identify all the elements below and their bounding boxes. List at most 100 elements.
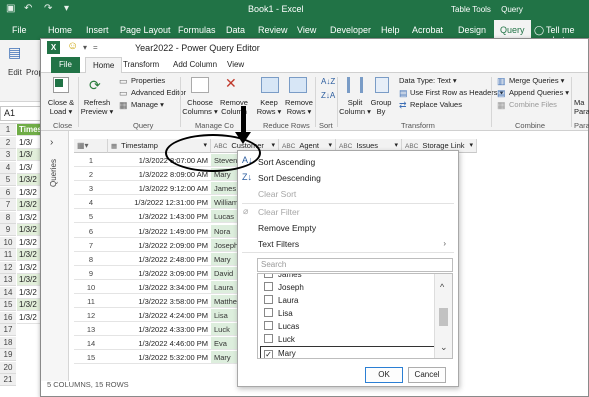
queries-pane[interactable]: › Queries	[41, 131, 69, 381]
cell-timestamp[interactable]: 1/3/2022 5:32:00 PM	[108, 351, 211, 365]
split-column-icon[interactable]	[347, 77, 363, 93]
row-header[interactable]: 1	[0, 124, 16, 136]
remove-rows-button[interactable]: Remove Rows ▾	[283, 98, 315, 116]
list-scrollbar[interactable]: ^ ⌄	[434, 274, 452, 358]
checkbox[interactable]	[264, 334, 273, 343]
manage-button[interactable]: Manage ▾	[131, 100, 164, 109]
row-number[interactable]: 11	[74, 295, 108, 308]
edit-query-icon[interactable]: ▤	[8, 44, 21, 61]
row-header[interactable]: 16	[0, 311, 16, 324]
tab-help[interactable]: Help	[381, 25, 400, 35]
tab-data[interactable]: Data	[226, 25, 245, 35]
checkbox-checked[interactable]: ✓	[264, 350, 273, 358]
filter-values-list[interactable]: James Joseph Laura Lisa Lucas Luck ✓ Mary	[257, 273, 453, 359]
append-queries-icon[interactable]: ▤	[497, 88, 506, 99]
redo-icon[interactable]: ↷	[44, 3, 52, 14]
row-number[interactable]: 9	[74, 267, 108, 280]
cell-timestamp[interactable]: 1/3/2022 9:12:00 AM	[108, 182, 211, 196]
tab-review[interactable]: Review	[258, 25, 288, 35]
row-number[interactable]: 1	[74, 154, 108, 167]
pq-tab-file[interactable]: File	[51, 57, 80, 73]
tab-formulas[interactable]: Formulas	[178, 25, 216, 35]
tab-file[interactable]: File	[12, 25, 27, 35]
tab-query[interactable]: Query	[494, 20, 531, 40]
row-number[interactable]: 13	[74, 323, 108, 337]
cell-timestamp[interactable]: 1/3/2022 3:34:00 PM	[108, 281, 211, 294]
row-number[interactable]: 3	[74, 182, 108, 196]
filter-search-input[interactable]: Search	[257, 258, 453, 272]
checkbox[interactable]	[264, 308, 273, 317]
manage-icon[interactable]: ▦	[119, 100, 128, 111]
customize-qat-icon-pq[interactable]: =	[93, 43, 98, 52]
checkbox[interactable]	[264, 295, 273, 304]
smiley-icon[interactable]: ☺	[67, 40, 78, 52]
menu-sort-ascending[interactable]: Sort Ascending	[258, 157, 315, 167]
scrollbar-thumb[interactable]	[439, 308, 448, 326]
filter-dropdown-icon[interactable]: ▾	[469, 139, 473, 152]
tab-acrobat[interactable]: Acrobat	[412, 25, 443, 35]
row-header[interactable]: 4	[0, 161, 16, 174]
advanced-editor-button[interactable]: Advanced Editor	[131, 88, 186, 97]
row-header[interactable]: 13	[0, 274, 16, 286]
row-number[interactable]: 5	[74, 210, 108, 224]
cell-timestamp[interactable]: 1/3/2022 4:46:00 PM	[108, 337, 211, 351]
keep-rows-button[interactable]: Keep Rows ▾	[253, 98, 285, 116]
append-queries-button[interactable]: Append Queries ▾	[509, 88, 569, 97]
tab-home[interactable]: Home	[48, 25, 72, 35]
row-header[interactable]: 21	[0, 374, 16, 386]
refresh-icon[interactable]: ⟳	[89, 77, 101, 94]
menu-text-filters[interactable]: Text Filters	[258, 239, 299, 249]
first-row-headers-button[interactable]: Use First Row as Headers ▾	[410, 88, 503, 97]
row-header[interactable]: 2	[0, 136, 16, 149]
expand-chevron-icon[interactable]: ›	[50, 137, 53, 148]
row-header[interactable]: 14	[0, 286, 16, 299]
row-number[interactable]: 6	[74, 225, 108, 238]
row-header[interactable]: 11	[0, 249, 16, 261]
row-number[interactable]: 15	[74, 351, 108, 365]
choose-columns-button[interactable]: Choose Columns ▾	[181, 98, 219, 116]
filter-value-item[interactable]: Luck	[264, 333, 295, 346]
customize-qat-icon[interactable]: ▾	[64, 3, 69, 14]
cell-timestamp[interactable]: 1/3/2022 1:49:00 PM	[108, 225, 211, 238]
cell-timestamp[interactable]: 1/3/2022 3:58:00 PM	[108, 295, 211, 308]
cancel-button[interactable]: Cancel	[408, 367, 446, 383]
save-icon[interactable]: ▣	[6, 3, 15, 14]
row-number[interactable]: 14	[74, 337, 108, 351]
properties-icon[interactable]: ▭	[119, 76, 128, 87]
group-by-button[interactable]: Group By	[369, 98, 393, 116]
row-number[interactable]: 10	[74, 281, 108, 294]
row-header[interactable]: 9	[0, 224, 16, 236]
filter-value-item[interactable]: ✓ Mary	[260, 346, 436, 358]
row-header[interactable]: 19	[0, 349, 16, 361]
scroll-down-icon[interactable]: ⌄	[440, 342, 448, 353]
tab-insert[interactable]: Insert	[86, 25, 109, 35]
cell-timestamp[interactable]: 1/3/2022 4:33:00 PM	[108, 323, 211, 337]
menu-sort-descending[interactable]: Sort Descending	[258, 173, 321, 183]
remove-rows-icon[interactable]	[289, 77, 307, 93]
pq-tab-transform[interactable]: Transform	[123, 60, 159, 69]
row-header[interactable]: 20	[0, 361, 16, 374]
pq-tab-home[interactable]: Home	[85, 57, 123, 74]
row-header[interactable]: 18	[0, 336, 16, 349]
close-load-button[interactable]: Close & Load ▾	[45, 98, 77, 116]
keep-rows-icon[interactable]	[261, 77, 279, 93]
ok-button[interactable]: OK	[365, 367, 403, 383]
split-column-button[interactable]: Split Column ▾	[339, 98, 371, 116]
pq-tab-view[interactable]: View	[227, 60, 244, 69]
checkbox[interactable]	[264, 274, 273, 278]
data-type-button[interactable]: Data Type: Text ▾	[399, 76, 457, 85]
filter-value-item[interactable]: Lisa	[264, 307, 293, 320]
menu-remove-empty[interactable]: Remove Empty	[258, 223, 316, 233]
pq-tab-add-column[interactable]: Add Column	[173, 60, 217, 69]
row-header[interactable]: 7	[0, 199, 16, 211]
row-number[interactable]: 12	[74, 309, 108, 323]
filter-value-item[interactable]: James	[264, 274, 302, 281]
row-number[interactable]: 2	[74, 168, 108, 182]
merge-queries-button[interactable]: Merge Queries ▾	[509, 76, 564, 85]
row-header[interactable]: 5	[0, 174, 16, 186]
dropdown-arrow-icon[interactable]: ▾	[83, 43, 87, 52]
row-header[interactable]: 3	[0, 149, 16, 161]
row-header[interactable]: 17	[0, 324, 16, 336]
manage-params-button[interactable]: Ma	[574, 98, 584, 107]
row-header[interactable]: 12	[0, 261, 16, 274]
